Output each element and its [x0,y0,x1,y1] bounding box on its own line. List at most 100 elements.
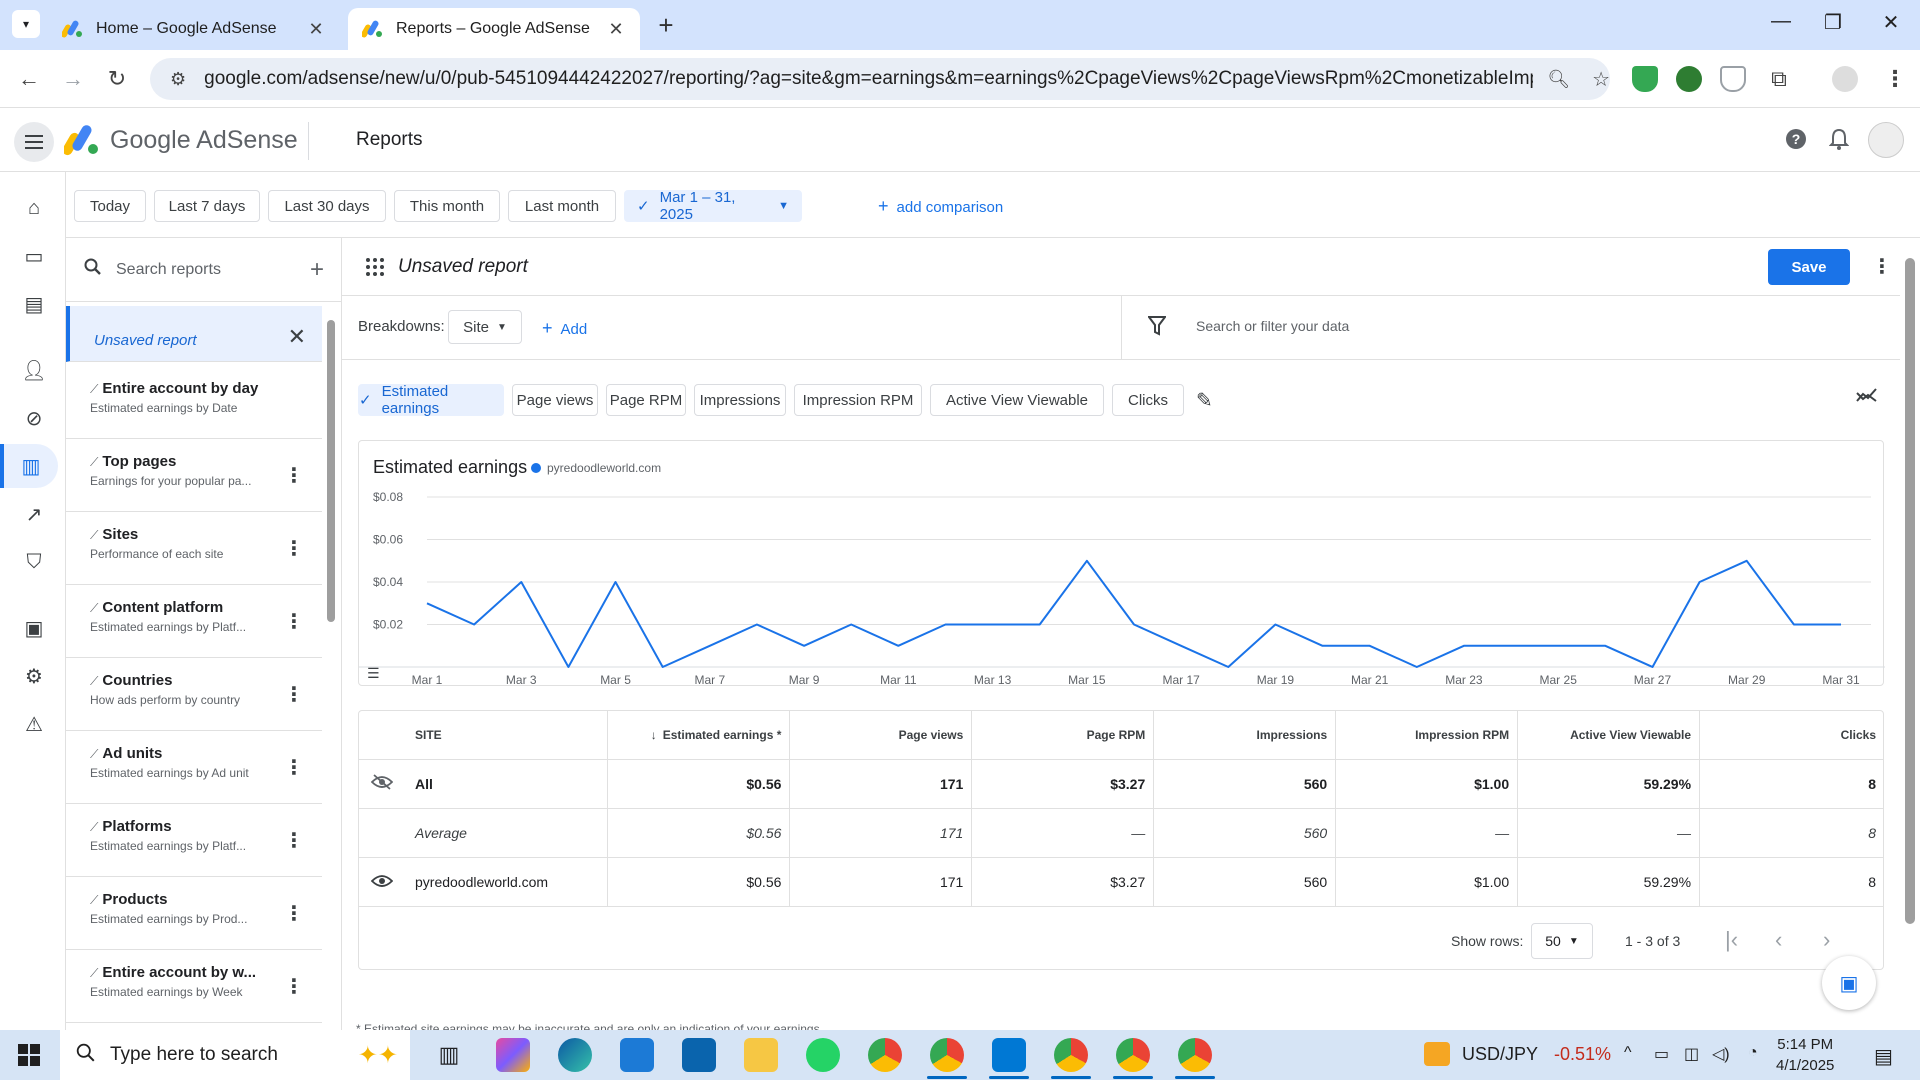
main-menu-icon[interactable] [14,122,54,162]
store-icon[interactable] [620,1038,654,1072]
more-vert-icon[interactable]: ⋮ [284,463,304,488]
report-item[interactable]: ⟋ Products Estimated earnings by Prod... … [66,877,322,950]
report-item[interactable]: ⟋ Entire account by day Estimated earning… [66,366,322,439]
reports-icon[interactable]: ▥ [0,444,58,488]
battery-icon[interactable]: ▭ [1654,1044,1669,1064]
search-reports-input[interactable]: Search reports + [66,238,341,302]
site-info-icon[interactable]: ⚙ [170,69,186,90]
metric-clicks[interactable]: Clicks [1112,384,1184,416]
system-clock[interactable]: 5:14 PM 4/1/2025 [1776,1034,1834,1076]
column-header-active-view[interactable]: Active View Viewable [1517,711,1701,760]
metric-active-view-viewable[interactable]: Active View Viewable [930,384,1104,416]
breakdown-site-dropdown[interactable]: Site ▼ [448,310,522,344]
tab-home[interactable]: Home – Google AdSense ✕ [48,8,340,50]
metric-page-rpm[interactable]: Page RPM [606,384,686,416]
address-bar[interactable]: ⚙ google.com/adsense/new/u/0/pub-5451094… [150,58,1610,100]
eye-icon[interactable] [370,873,394,894]
more-vert-icon[interactable]: ⋮ [284,755,304,780]
settings-icon[interactable]: ⚙ [12,654,56,698]
taskbar-search[interactable]: Type here to search ✦✦ [60,1030,410,1080]
range-this-month[interactable]: This month [394,190,500,222]
add-comparison-link[interactable]: + add comparison [878,196,1003,217]
range-last-7-days[interactable]: Last 7 days [154,190,260,222]
chrome-icon[interactable] [868,1038,902,1072]
more-vert-icon[interactable]: ⋮ [284,828,304,853]
apps-grid-icon[interactable] [366,258,384,276]
column-header-site[interactable]: SITE [359,711,609,760]
camera-icon[interactable]: ◫ [1684,1044,1699,1064]
optimization-icon[interactable]: ↗ [12,492,56,536]
chrome-profile-icon[interactable] [1116,1038,1150,1072]
more-vert-icon[interactable]: ⋮ [284,609,304,634]
range-last-month[interactable]: Last month [508,190,616,222]
help-icon[interactable]: ? [1783,128,1809,154]
feedback-chat-icon[interactable]: ▣ [1822,956,1876,1010]
chrome-menu-icon[interactable]: ⋮ [1880,64,1910,94]
ads-icon[interactable]: ▭ [12,234,56,278]
report-item-unsaved[interactable]: Unsaved report ✕ [66,306,322,362]
close-icon[interactable]: ✕ [288,324,306,350]
column-header-impressions[interactable]: Impressions [1153,711,1337,760]
first-page-icon[interactable]: |‹ [1725,927,1738,953]
zoom-icon[interactable]: 🔍︎ [1547,69,1570,90]
report-item[interactable]: ⟋ Ad units Estimated earnings by Ad unit … [66,731,322,804]
feedback-icon[interactable]: ⚠ [12,702,56,746]
speaker-icon[interactable]: ◁) [1712,1044,1730,1064]
privacy-messaging-icon[interactable]: 👤︎ [12,348,56,392]
sites-icon[interactable]: ▤ [12,282,56,326]
forward-icon[interactable]: → [58,64,88,94]
edit-pencil-icon[interactable]: ✎ [1196,388,1213,413]
extension-icon[interactable] [1676,66,1702,92]
file-explorer-icon[interactable] [744,1038,778,1072]
new-tab-button[interactable]: + [652,12,680,40]
report-item[interactable]: ⟋ Countries How ads perform by country ⋮ [66,658,322,731]
window-close-icon[interactable]: ✕ [1876,10,1906,35]
page-scrollbar[interactable] [1900,238,1920,1030]
next-page-icon[interactable]: › [1823,927,1830,953]
report-item[interactable]: ⟋ Platforms Estimated earnings by Platf..… [66,804,322,877]
rows-per-page-select[interactable]: 50 ▼ [1531,923,1593,959]
chevron-up-icon[interactable]: ^ [1624,1044,1632,1062]
column-header-page-rpm[interactable]: Page RPM [971,711,1155,760]
bookmark-star-icon[interactable]: ☆ [1592,67,1610,92]
profile-avatar[interactable] [1832,66,1858,92]
close-icon[interactable]: ✕ [306,19,326,40]
back-icon[interactable]: ← [14,64,44,94]
payments-icon[interactable]: ▣ [12,606,56,650]
more-vert-icon[interactable]: ⋮ [284,682,304,707]
new-report-plus-icon[interactable]: + [310,256,324,284]
home-icon[interactable]: ⌂ [12,186,56,230]
wifi-icon[interactable]: ◔ [1748,1044,1758,1062]
policy-center-icon[interactable]: ⛉ [12,540,56,584]
column-header-estimated-earnings[interactable]: ↓ Estimated earnings * [607,711,791,760]
chrome-profile-icon[interactable] [1178,1038,1212,1072]
add-breakdown-button[interactable]: + Add [542,318,587,339]
edge-icon[interactable] [558,1038,592,1072]
chrome-profile-icon[interactable] [1054,1038,1088,1072]
chart-toggle-icon[interactable] [1856,386,1878,409]
account-avatar[interactable] [1868,122,1904,158]
column-header-page-views[interactable]: Page views [789,711,973,760]
chrome-profile-icon[interactable] [930,1038,964,1072]
chart-table-toggle-icon[interactable]: ☰ [367,665,380,682]
vscode-icon[interactable] [992,1038,1026,1072]
report-item[interactable]: ⟋ Sites Performance of each site ⋮ [66,512,322,585]
close-icon[interactable]: ✕ [606,19,626,40]
reports-scrollbar[interactable] [326,310,336,1030]
range-today[interactable]: Today [74,190,146,222]
notification-center-icon[interactable]: ▤ [1874,1044,1893,1069]
report-name[interactable]: Unsaved report [398,256,528,278]
minimize-icon[interactable]: — [1766,10,1796,33]
more-vert-icon[interactable]: ⋮ [1872,254,1892,279]
restore-icon[interactable]: ❐ [1818,10,1848,35]
eye-off-icon[interactable] [370,773,394,795]
tab-reports[interactable]: Reports – Google AdSense ✕ [348,8,640,50]
filter-search-input[interactable]: Search or filter your data [1196,318,1349,334]
column-header-impression-rpm[interactable]: Impression RPM [1335,711,1519,760]
tab-search-button[interactable]: ▾ [12,10,40,38]
copilot-icon[interactable] [496,1038,530,1072]
filter-icon[interactable] [1147,316,1167,342]
extensions-puzzle-icon[interactable]: ⧉ [1764,64,1794,94]
save-button[interactable]: Save [1768,249,1850,285]
scrollbar-thumb[interactable] [1905,258,1915,924]
